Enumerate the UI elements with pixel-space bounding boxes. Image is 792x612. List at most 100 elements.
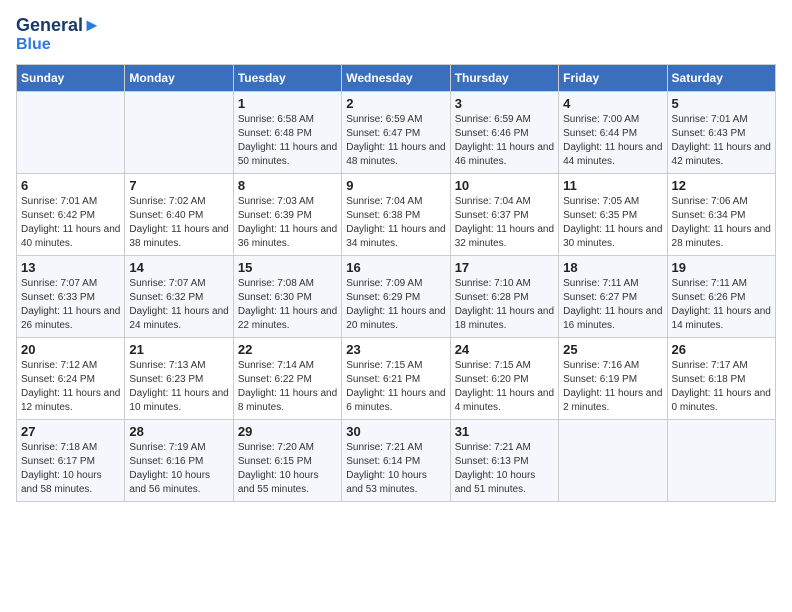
cell-content: Sunrise: 7:01 AMSunset: 6:43 PMDaylight:… (672, 113, 771, 169)
cell-content: Sunrise: 7:07 AMSunset: 6:33 PMDaylight:… (21, 277, 120, 333)
calendar-cell: 20 Sunrise: 7:12 AMSunset: 6:24 PMDayligh… (17, 337, 125, 419)
sunrise-text: Sunrise: 7:16 AM (563, 360, 639, 371)
cell-content: Sunrise: 7:15 AMSunset: 6:21 PMDaylight:… (346, 359, 445, 415)
day-number: 20 (21, 342, 120, 357)
daylight-text: Daylight: 11 hours and 40 minutes. (21, 224, 120, 249)
sunset-text: Sunset: 6:46 PM (455, 128, 529, 139)
day-number: 30 (346, 424, 445, 439)
daylight-text: Daylight: 11 hours and 8 minutes. (238, 388, 337, 413)
cell-content: Sunrise: 7:10 AMSunset: 6:28 PMDaylight:… (455, 277, 554, 333)
header-day-saturday: Saturday (667, 64, 775, 91)
cell-content: Sunrise: 7:11 AMSunset: 6:26 PMDaylight:… (672, 277, 771, 333)
sunset-text: Sunset: 6:48 PM (238, 128, 312, 139)
sunset-text: Sunset: 6:40 PM (129, 210, 203, 221)
cell-content: Sunrise: 6:58 AMSunset: 6:48 PMDaylight:… (238, 113, 337, 169)
sunrise-text: Sunrise: 7:09 AM (346, 278, 422, 289)
calendar-cell: 27 Sunrise: 7:18 AM Sunset: 6:17 PM Dayligh… (17, 419, 125, 501)
calendar-cell: 26Sunrise: 7:17 AMSunset: 6:18 PMDayligh… (667, 337, 775, 419)
daylight-text: Daylight: 11 hours and 28 minutes. (672, 224, 771, 249)
cell-content: Sunrise: 7:04 AMSunset: 6:38 PMDaylight:… (346, 195, 445, 251)
daylight-text: Daylight: 10 hours and 53 minutes. (346, 470, 427, 495)
sunset-text: Sunset: 6:43 PM (672, 128, 746, 139)
day-number: 27 (21, 424, 120, 439)
daylight-text: Daylight: 11 hours and 32 minutes. (455, 224, 554, 249)
calendar-cell: 7Sunrise: 7:02 AMSunset: 6:40 PMDaylight… (125, 173, 233, 255)
day-number: 28 (129, 424, 228, 439)
daylight-text: Daylight: 11 hours and 36 minutes. (238, 224, 337, 249)
logo: General► Blue (16, 16, 101, 54)
calendar-cell: 18Sunrise: 7:11 AMSunset: 6:27 PMDayligh… (559, 255, 667, 337)
calendar-cell: 23Sunrise: 7:15 AMSunset: 6:21 PMDayligh… (342, 337, 450, 419)
sunrise-text: Sunrise: 7:04 AM (346, 196, 422, 207)
cell-content: Sunrise: 7:06 AMSunset: 6:34 PMDaylight:… (672, 195, 771, 251)
cell-content: Sunrise: 7:08 AMSunset: 6:30 PMDaylight:… (238, 277, 337, 333)
day-number: 6 (21, 178, 120, 193)
day-number: 11 (563, 178, 662, 193)
calendar-week-row: 27 Sunrise: 7:18 AM Sunset: 6:17 PM Dayligh… (17, 419, 776, 501)
day-number: 13 (21, 260, 120, 275)
day-number: 22 (238, 342, 337, 357)
cell-content: Sunrise: 7:16 AMSunset: 6:19 PMDaylight:… (563, 359, 662, 415)
sunset-text: Sunset: 6:19 PM (563, 374, 637, 385)
header-day-tuesday: Tuesday (233, 64, 341, 91)
daylight-text: Daylight: 11 hours and 20 minutes. (346, 306, 445, 331)
sunset-text: Sunset: 6:44 PM (563, 128, 637, 139)
day-number: 1 (238, 96, 337, 111)
sunset-text: Sunset: 6:33 PM (21, 292, 95, 303)
sunset-text: Sunset: 6:34 PM (672, 210, 746, 221)
sunset-text: Sunset: 6:14 PM (346, 456, 420, 467)
day-number: 24 (455, 342, 554, 357)
sunset-text: Sunset: 6:26 PM (672, 292, 746, 303)
sunset-text: Sunset: 6:13 PM (455, 456, 529, 467)
calendar-cell: 11Sunrise: 7:05 AMSunset: 6:35 PMDayligh… (559, 173, 667, 255)
daylight-text: Daylight: 11 hours and 26 minutes. (21, 306, 120, 331)
cell-content: Sunrise: 7:17 AMSunset: 6:18 PMDaylight:… (672, 359, 771, 415)
calendar-cell: 21Sunrise: 7:13 AMSunset: 6:23 PMDayligh… (125, 337, 233, 419)
day-number: 21 (129, 342, 228, 357)
day-number: 3 (455, 96, 554, 111)
day-number: 29 (238, 424, 337, 439)
sunrise-text: Sunrise: 7:02 AM (129, 196, 205, 207)
day-number: 9 (346, 178, 445, 193)
sunrise-text: Sunrise: 7:12 AM (21, 360, 97, 371)
day-number: 2 (346, 96, 445, 111)
day-number: 12 (672, 178, 771, 193)
sunrise-text: Sunrise: 6:59 AM (455, 114, 531, 125)
sunrise-text: Sunrise: 7:18 AM (21, 442, 97, 453)
sunset-text: Sunset: 6:35 PM (563, 210, 637, 221)
sunset-text: Sunset: 6:42 PM (21, 210, 95, 221)
sunrise-text: Sunrise: 7:10 AM (455, 278, 531, 289)
sunset-text: Sunset: 6:29 PM (346, 292, 420, 303)
header-day-sunday: Sunday (17, 64, 125, 91)
daylight-text: Daylight: 10 hours and 58 minutes. (21, 470, 102, 495)
calendar-cell: 1 Sunrise: 6:58 AMSunset: 6:48 PMDaylight… (233, 91, 341, 173)
sunset-text: Sunset: 6:21 PM (346, 374, 420, 385)
calendar-cell: 17Sunrise: 7:10 AMSunset: 6:28 PMDayligh… (450, 255, 558, 337)
day-number: 10 (455, 178, 554, 193)
sunset-text: Sunset: 6:47 PM (346, 128, 420, 139)
cell-content: Sunrise: 6:59 AMSunset: 6:46 PMDaylight:… (455, 113, 554, 169)
calendar-header-row: SundayMondayTuesdayWednesdayThursdayFrid… (17, 64, 776, 91)
calendar-cell: 29 Sunrise: 7:20 AMSunset: 6:15 PMDayligh… (233, 419, 341, 501)
calendar-cell: 19Sunrise: 7:11 AMSunset: 6:26 PMDayligh… (667, 255, 775, 337)
daylight-text: Daylight: 11 hours and 38 minutes. (129, 224, 228, 249)
cell-content: Sunrise: 7:21 AMSunset: 6:14 PMDaylight:… (346, 441, 445, 497)
calendar-cell: 16Sunrise: 7:09 AMSunset: 6:29 PMDayligh… (342, 255, 450, 337)
cell-content: Sunrise: 7:14 AMSunset: 6:22 PMDaylight:… (238, 359, 337, 415)
calendar-cell: 15Sunrise: 7:08 AMSunset: 6:30 PMDayligh… (233, 255, 341, 337)
sunrise-text: Sunrise: 7:05 AM (563, 196, 639, 207)
sunset-text: Sunset: 6:23 PM (129, 374, 203, 385)
sunrise-text: Sunrise: 7:11 AM (672, 278, 747, 289)
sunset-text: Sunset: 6:17 PM (21, 456, 95, 467)
daylight-text: Daylight: 11 hours and 22 minutes. (238, 306, 337, 331)
cell-content: Sunrise: 7:12 AMSunset: 6:24 PMDaylight:… (21, 359, 120, 415)
calendar-week-row: 20 Sunrise: 7:12 AMSunset: 6:24 PMDayligh… (17, 337, 776, 419)
calendar-week-row: 1 Sunrise: 6:58 AMSunset: 6:48 PMDaylight… (17, 91, 776, 173)
calendar-cell (667, 419, 775, 501)
sunset-text: Sunset: 6:37 PM (455, 210, 529, 221)
cell-content: Sunrise: 7:09 AM Sunset: 6:29 PM Daylight:… (346, 277, 445, 333)
cell-content: Sunrise: 7:20 AMSunset: 6:15 PMDaylight:… (238, 441, 337, 497)
sunrise-text: Sunrise: 7:04 AM (455, 196, 531, 207)
daylight-text: Daylight: 11 hours and 16 minutes. (563, 306, 662, 331)
calendar-cell (559, 419, 667, 501)
